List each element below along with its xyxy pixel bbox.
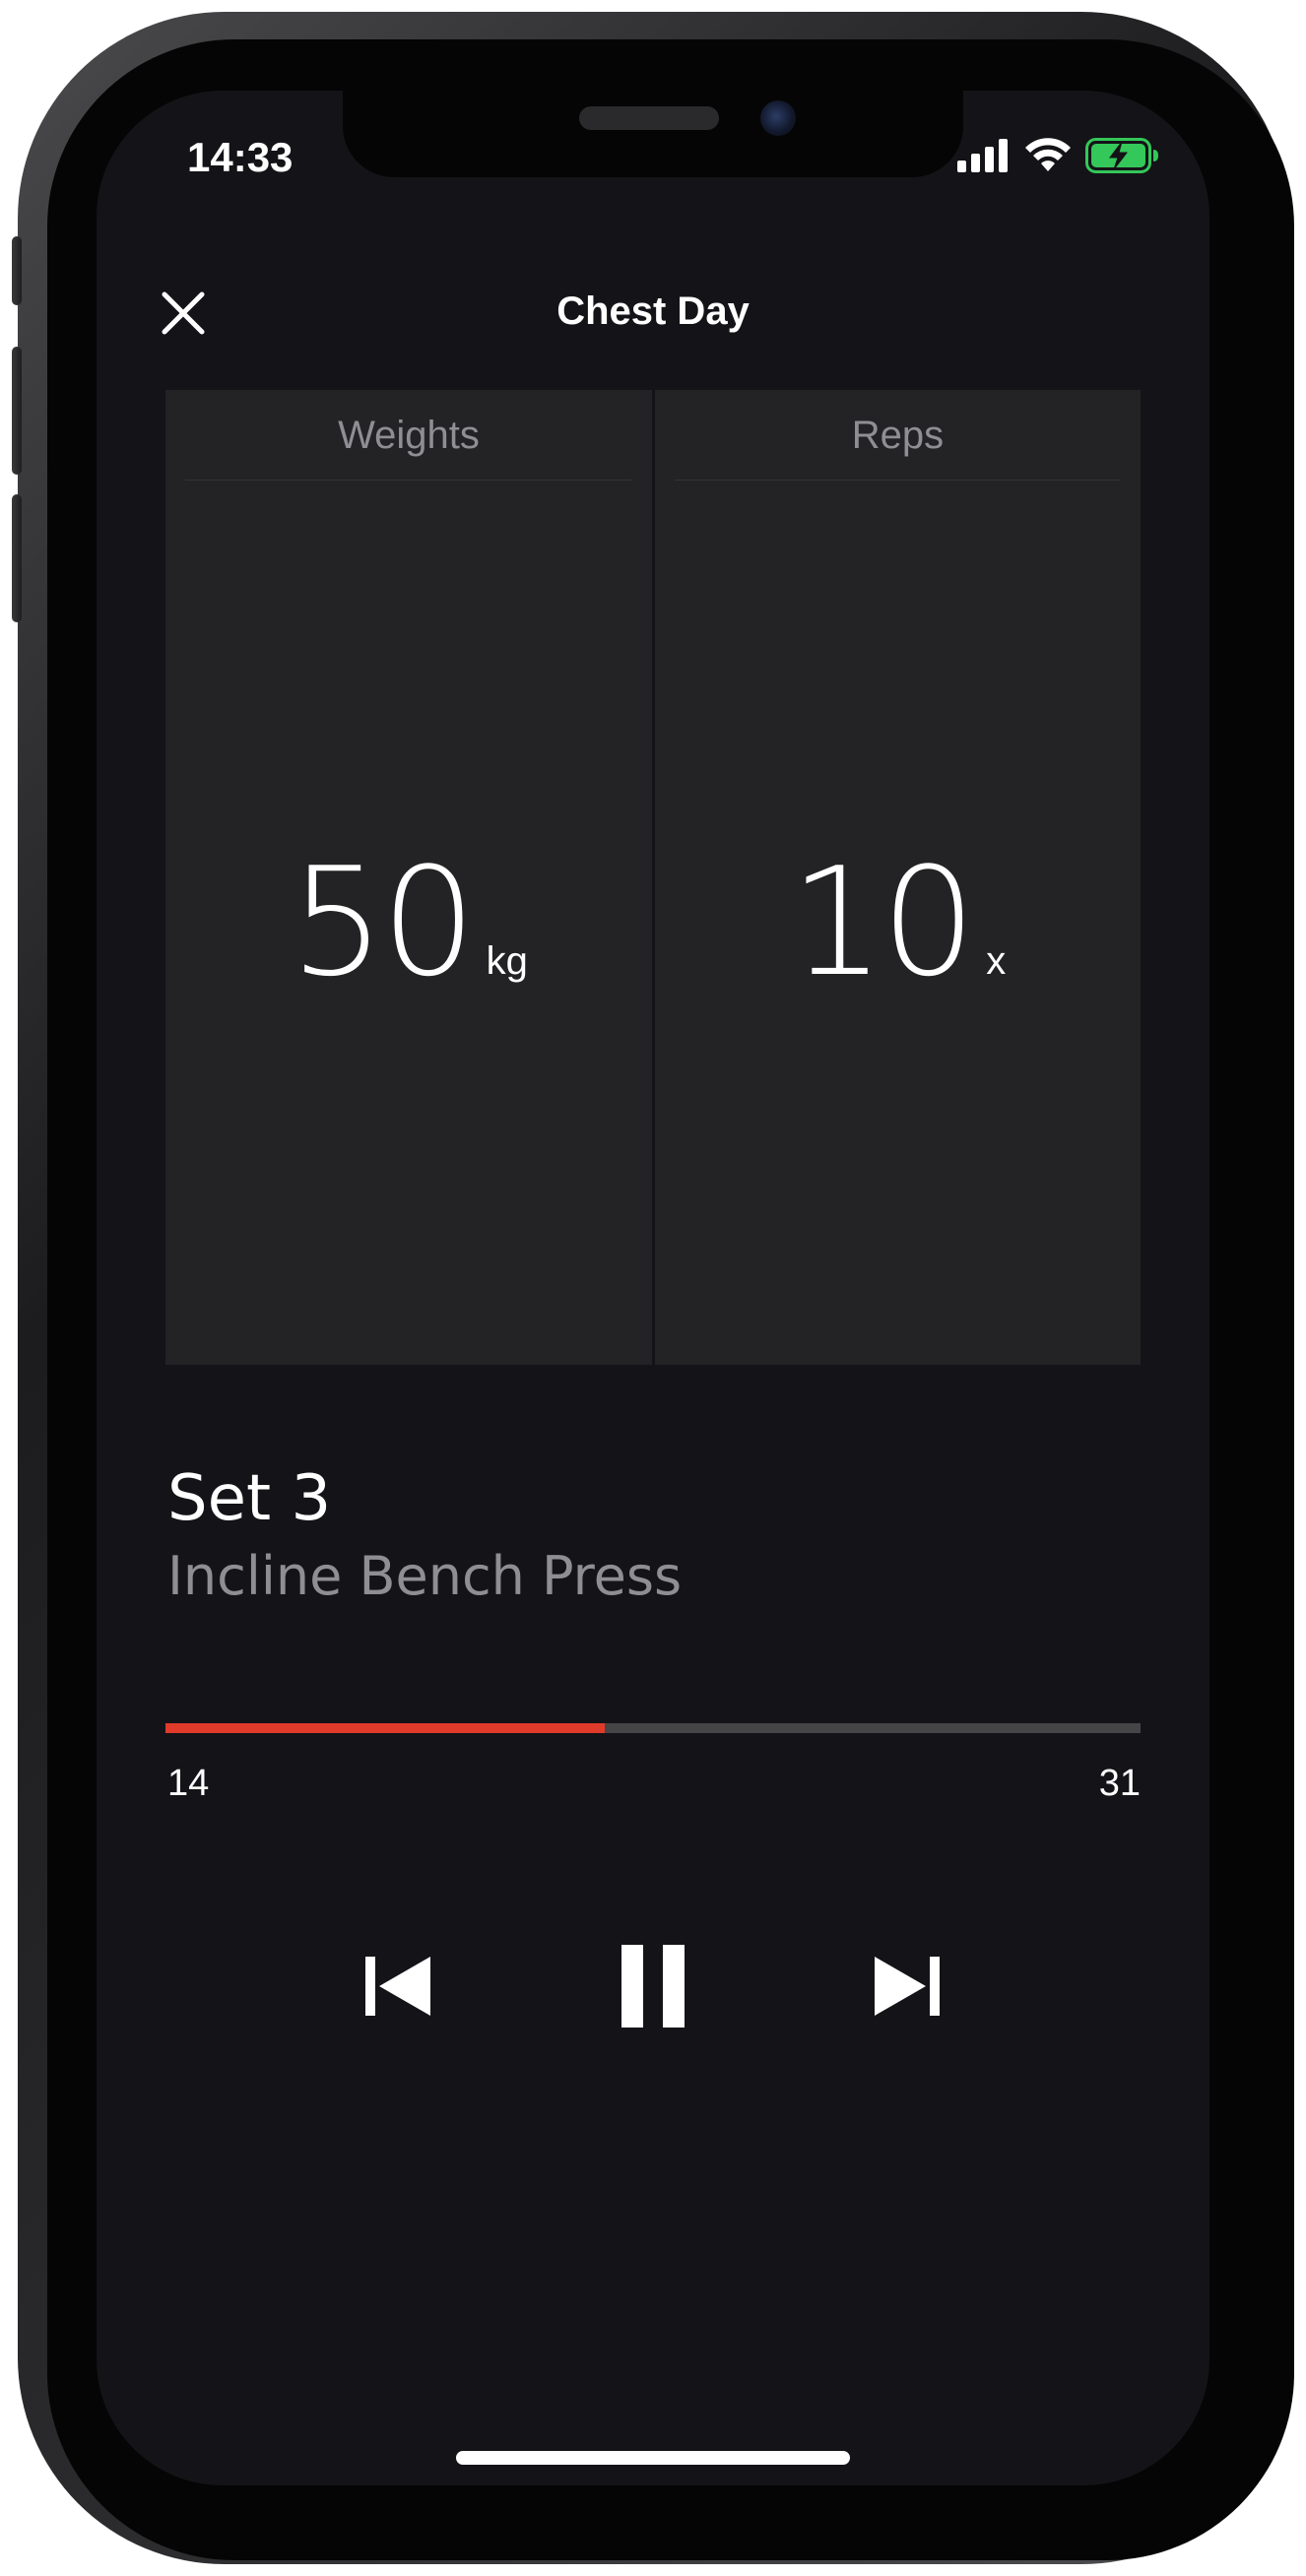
weights-value: 50	[290, 835, 476, 1009]
reps-panel[interactable]: Reps 10 x	[655, 390, 1141, 1365]
pause-button[interactable]	[599, 1932, 707, 2040]
previous-button[interactable]	[345, 1932, 453, 2040]
pause-icon	[621, 1945, 685, 2028]
device-side-button	[12, 236, 22, 305]
weights-unit: kg	[486, 939, 528, 983]
next-button[interactable]	[852, 1932, 960, 2040]
weights-value-group: 50 kg	[290, 839, 528, 1006]
skip-previous-icon	[365, 1957, 430, 2016]
wifi-icon	[1025, 138, 1071, 171]
close-button[interactable]	[148, 278, 219, 349]
progress-start-label: 14	[167, 1763, 210, 1804]
exercise-name: Incline Bench Press	[167, 1545, 683, 1607]
set-title: Set 3	[167, 1462, 332, 1535]
progress-bar[interactable]	[165, 1723, 1141, 1733]
reps-value-area: 10 x	[655, 481, 1141, 1365]
status-icons	[957, 136, 1160, 175]
battery-charging-icon	[1085, 138, 1158, 173]
phone-screen: 14:33 Chest Day Weights 50 kg Reps 10 x …	[97, 91, 1209, 2485]
device-volume-down	[12, 494, 22, 622]
weights-panel[interactable]: Weights 50 kg	[165, 390, 652, 1365]
skip-next-icon	[875, 1957, 940, 2016]
earpiece-speaker	[579, 106, 719, 130]
home-indicator[interactable]	[456, 2451, 850, 2465]
reps-label: Reps	[675, 390, 1121, 481]
status-time: 14:33	[187, 134, 294, 180]
cellular-signal-icon	[957, 139, 1008, 172]
notch	[343, 91, 963, 177]
progress-end-label: 31	[1098, 1763, 1141, 1804]
reps-unit: x	[986, 939, 1007, 983]
stats-panel: Weights 50 kg Reps 10 x	[165, 390, 1141, 1365]
reps-value: 10	[789, 835, 976, 1009]
device-volume-up	[12, 347, 22, 475]
weights-label: Weights	[185, 390, 632, 481]
page-title: Chest Day	[556, 290, 750, 333]
front-camera	[760, 100, 796, 136]
weights-value-area: 50 kg	[165, 481, 652, 1365]
reps-value-group: 10 x	[790, 839, 1006, 1006]
close-icon	[162, 291, 205, 335]
progress-fill	[165, 1723, 605, 1733]
